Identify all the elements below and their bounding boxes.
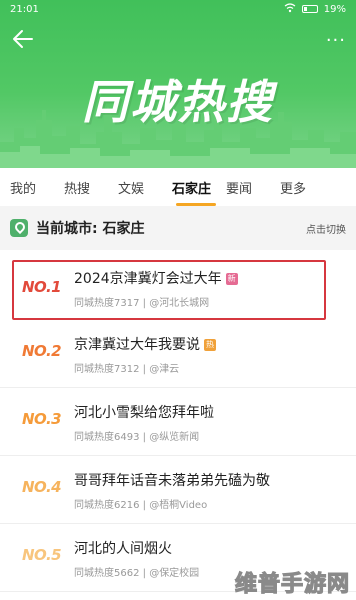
item-title: 哥哥拜年话音未落弟弟先磕为敬 (74, 473, 270, 489)
list-item[interactable]: NO.1 2024京津冀灯会过大年新 同城热度7317 | @河北长城网 (12, 260, 326, 320)
heat-text: 同城热度5662 (74, 568, 140, 579)
item-meta: 同城热度6493 | @纵览新闻 (74, 432, 200, 443)
source-text: @河北长城网 (149, 298, 210, 309)
heat-text: 同城热度6216 (74, 500, 140, 511)
switch-city-link[interactable]: 点击切换 (306, 221, 346, 236)
item-title-text: 2024京津冀灯会过大年 (74, 271, 222, 287)
more-options-icon[interactable]: ··· (326, 30, 346, 51)
location-pin-icon (10, 219, 28, 237)
item-title: 京津冀过大年我要说热 (74, 334, 216, 354)
source-text: @纵览新闻 (149, 432, 200, 443)
wifi-icon (284, 2, 296, 16)
item-meta: 同城热度7312 | @津云 (74, 364, 180, 375)
new-badge: 新 (225, 273, 238, 285)
item-title: 河北小雪梨给您拜年啦 (74, 405, 214, 421)
list-item[interactable]: NO.4 哥哥拜年话音未落弟弟先磕为敬 同城热度6216 | @梧桐Video (0, 456, 356, 524)
battery-icon (301, 5, 318, 13)
battery-text: 19% (323, 3, 346, 15)
back-arrow-icon[interactable] (10, 26, 36, 52)
current-city-bar: 当前城市: 石家庄 点击切换 (0, 206, 356, 250)
heat-text: 同城热度7312 (74, 364, 140, 375)
rank-label: NO.1 (22, 278, 62, 296)
item-title: 2024京津冀灯会过大年新 (74, 268, 238, 288)
list-item[interactable]: NO.2 京津冀过大年我要说热 同城热度7312 | @津云 (0, 320, 356, 388)
item-title-text: 京津冀过大年我要说 (74, 337, 200, 353)
rank-label: NO.2 (22, 342, 62, 360)
tab-mine[interactable]: 我的 (10, 178, 64, 197)
header-banner: 21:01 19% ··· 同城热搜 (0, 0, 356, 168)
rank-label: NO.3 (22, 410, 62, 428)
heat-text: 同城热度7317 (74, 298, 140, 309)
page-title: 同城热搜 (82, 75, 274, 129)
tab-more[interactable]: 更多 (280, 178, 334, 197)
item-meta: 同城热度7317 | @河北长城网 (74, 298, 210, 309)
item-title: 河北的人间烟火 (74, 541, 172, 557)
tab-news[interactable]: 要闻 (226, 178, 280, 197)
category-tabs: 我的 热搜 文娱 石家庄 要闻 更多 (0, 168, 356, 206)
source-text: @津云 (149, 364, 180, 375)
source-text: @梧桐Video (149, 500, 208, 511)
watermark: 维普手游网 (234, 571, 350, 597)
heat-text: 同城热度6493 (74, 432, 140, 443)
hot-search-list: NO.1 2024京津冀灯会过大年新 同城热度7317 | @河北长城网 NO.… (0, 254, 356, 592)
rank-label: NO.4 (22, 478, 62, 496)
tab-hot-search[interactable]: 热搜 (64, 178, 118, 197)
tab-label: 石家庄 (172, 181, 212, 197)
tab-shijiazhuang[interactable]: 石家庄 (172, 178, 226, 206)
source-text: @保定校园 (149, 568, 200, 579)
tab-entertainment[interactable]: 文娱 (118, 178, 172, 197)
current-city-label: 当前城市: 石家庄 (36, 221, 145, 237)
status-bar: 21:01 19% (0, 0, 356, 18)
clock-text: 21:01 (10, 3, 39, 15)
rank-label: NO.5 (22, 546, 62, 564)
item-meta: 同城热度6216 | @梧桐Video (74, 500, 208, 511)
item-meta: 同城热度5662 | @保定校园 (74, 568, 200, 579)
list-item[interactable]: NO.3 河北小雪梨给您拜年啦 同城热度6493 | @纵览新闻 (0, 388, 356, 456)
hot-badge: 热 (204, 339, 216, 351)
